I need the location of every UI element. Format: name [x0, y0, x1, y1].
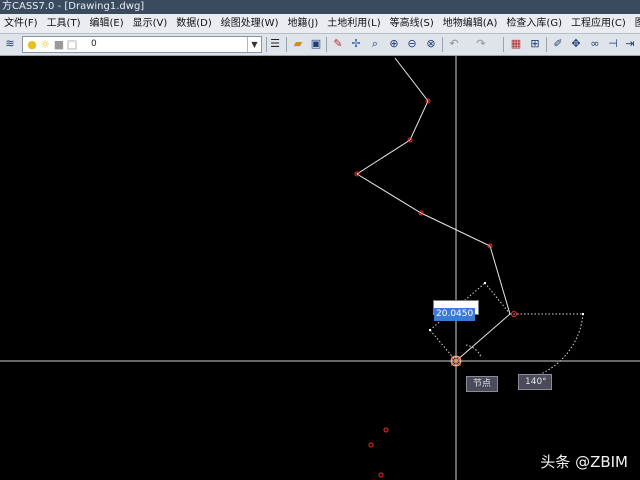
menu-contour[interactable]: 等高线(S) — [386, 14, 439, 33]
zoom-realtime-icon[interactable]: ⌕ — [368, 37, 382, 51]
menu-engineering[interactable]: 工程应用(C) — [567, 14, 631, 33]
menu-bar: 文件(F) 工具(T) 编辑(E) 显示(V) 数据(D) 绘图处理(W) 地籍(J) 土地利… — [0, 14, 640, 34]
watermark: 头条 @ZBIM — [540, 451, 628, 472]
snap-tooltip-text: 节点 — [473, 379, 492, 389]
zoom-extents-icon[interactable]: ⊗ — [424, 37, 438, 51]
extend-icon[interactable]: ⇥ — [623, 37, 637, 51]
layer-manager-icon[interactable]: ☰ — [268, 37, 282, 51]
link-icon[interactable]: ∞ — [588, 37, 602, 51]
menu-file[interactable]: 文件(F) — [0, 14, 43, 33]
canvas-background — [0, 56, 640, 480]
menu-tools[interactable]: 工具(T) — [43, 14, 86, 33]
save-icon[interactable]: ▣ — [309, 37, 323, 51]
menu-sheet-manage[interactable]: 图幅管 — [631, 14, 640, 33]
pencil-icon[interactable]: ✎ — [331, 37, 345, 51]
lock-icon[interactable]: ■ — [52, 38, 66, 52]
edit-icon[interactable]: ✐ — [551, 37, 565, 51]
zoom-window-icon[interactable]: ⊕ — [387, 37, 401, 51]
redo-icon[interactable]: ↷ — [474, 37, 488, 51]
snap-tooltip: 节点 — [466, 376, 498, 392]
toolbar-separator — [546, 37, 547, 52]
toolbar-separator — [442, 37, 443, 52]
menu-feature-edit[interactable]: 地物编辑(A) — [439, 14, 503, 33]
toolbar-separator — [503, 37, 504, 52]
dynamic-distance-input[interactable]: 20.0450 — [433, 300, 479, 321]
layers-icon[interactable]: ≋ — [3, 37, 17, 51]
sun-icon[interactable]: ☼ — [38, 38, 52, 52]
menu-data[interactable]: 数据(D) — [172, 14, 217, 33]
layer-value: 0 — [91, 39, 97, 49]
grid-icon[interactable]: ⊞ — [528, 37, 542, 51]
properties-icon[interactable]: ▦ — [509, 37, 523, 51]
color-square-icon[interactable]: □ — [65, 38, 79, 52]
window-title: 方CASS7.0 - [Drawing1.dwg] — [2, 1, 145, 12]
trim-icon[interactable]: ⊣ — [606, 37, 620, 51]
toolbar: ≋ ● ☼ ■ □ 0 ▼ ☰ ▰ ▣ ✎ ✢ ⌕ ⊕ ⊖ ⊗ ↶ ↷ ▦ ⊞ … — [0, 34, 640, 56]
toolbar-separator — [286, 37, 287, 52]
layer-dropdown[interactable]: ● ☼ ■ □ 0 ▼ — [22, 36, 262, 53]
chevron-down-icon[interactable]: ▼ — [247, 37, 261, 52]
distance-value: 20.0450 — [434, 308, 476, 321]
drawing-canvas[interactable] — [0, 56, 640, 480]
menu-cadastre[interactable]: 地籍(J) — [283, 14, 323, 33]
angle-tooltip-text: 140° — [525, 377, 547, 387]
menu-land-use[interactable]: 土地利用(L) — [323, 14, 385, 33]
watermark-text: 头条 @ZBIM — [540, 453, 628, 471]
angle-tooltip: 140° — [518, 374, 552, 390]
menu-check-import[interactable]: 检查入库(G) — [502, 14, 567, 33]
move-icon[interactable]: ✥ — [569, 37, 583, 51]
menu-drawing-process[interactable]: 绘图处理(W) — [217, 14, 284, 33]
undo-icon[interactable]: ↶ — [447, 37, 461, 51]
title-bar: 方CASS7.0 - [Drawing1.dwg] — [0, 0, 640, 14]
toolbar-separator — [266, 37, 267, 52]
menu-edit[interactable]: 编辑(E) — [85, 14, 128, 33]
zoom-previous-icon[interactable]: ⊖ — [405, 37, 419, 51]
menu-view[interactable]: 显示(V) — [129, 14, 173, 33]
toolbar-separator — [326, 37, 327, 52]
snap-icon[interactable]: ✢ — [349, 37, 363, 51]
open-folder-icon[interactable]: ▰ — [291, 37, 305, 51]
lightbulb-icon[interactable]: ● — [25, 38, 39, 52]
